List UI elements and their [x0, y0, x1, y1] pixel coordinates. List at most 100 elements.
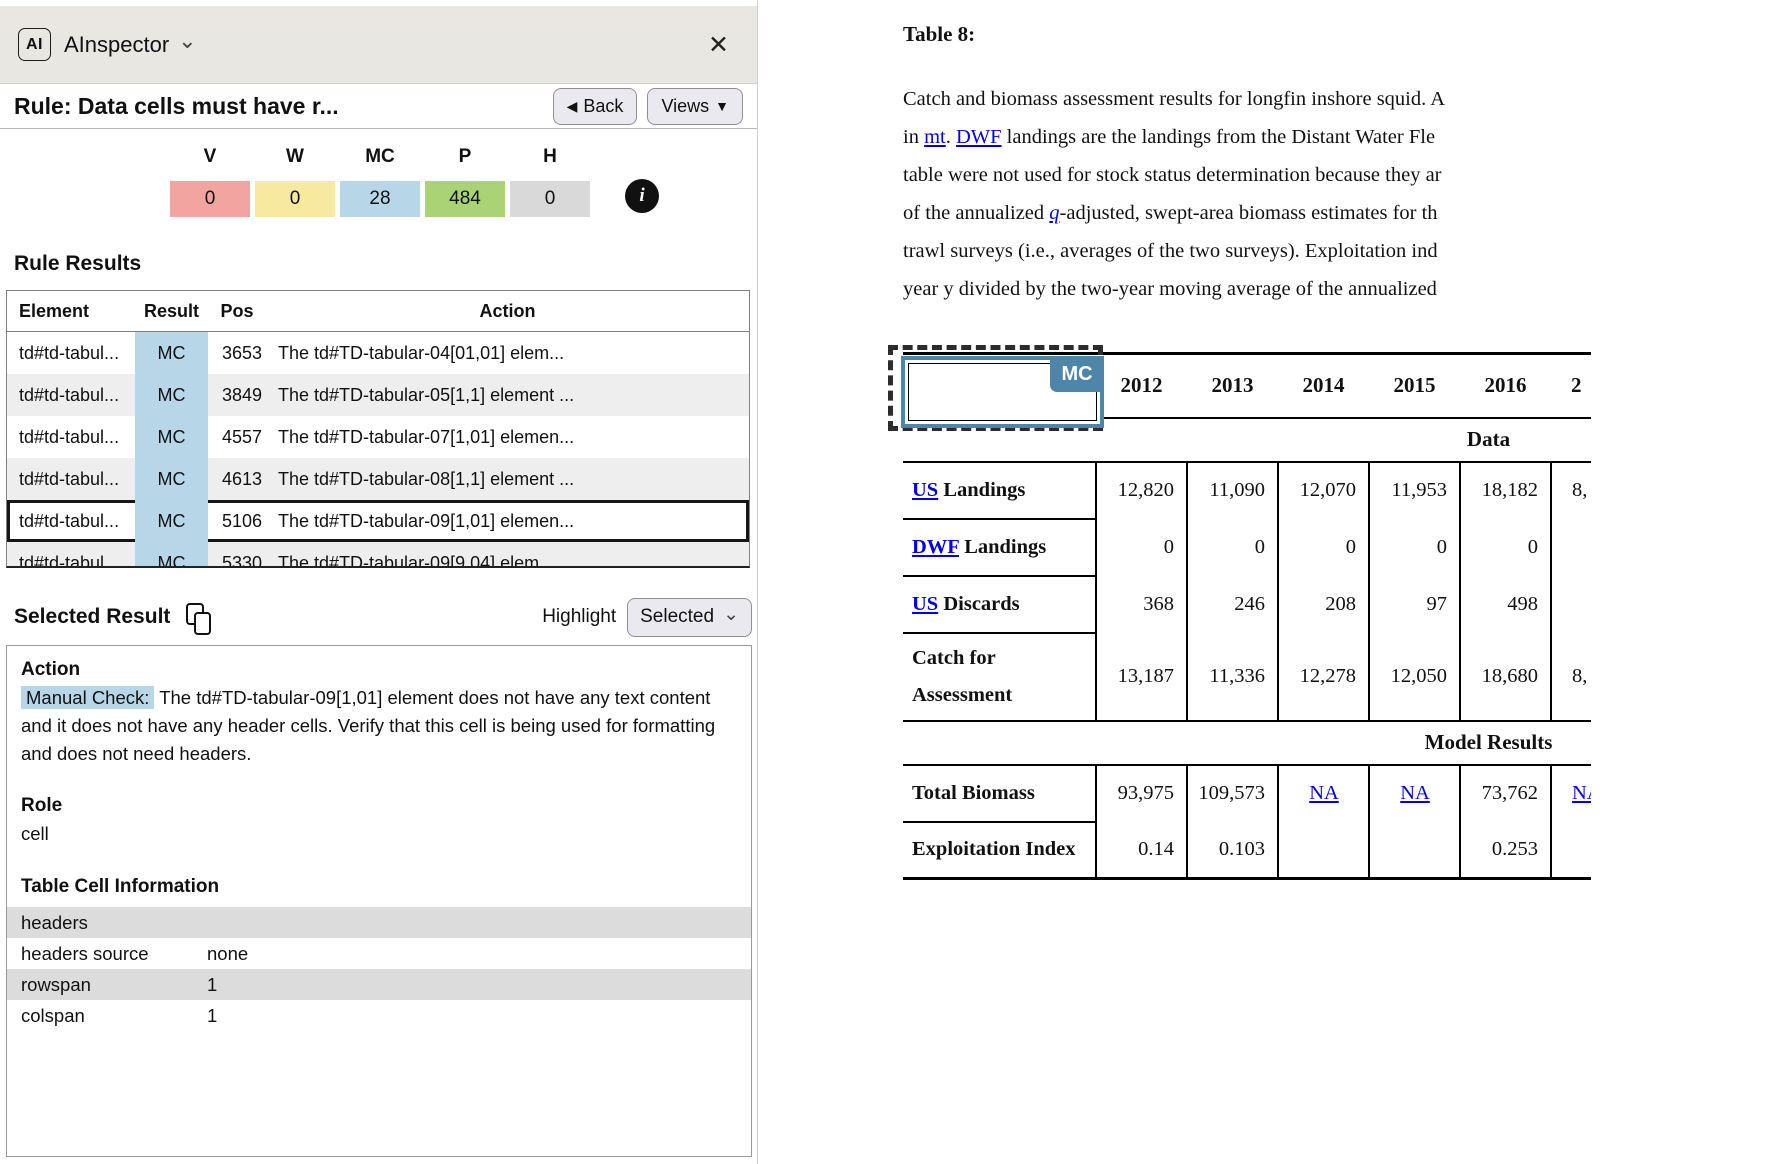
value-cell: 109,573 [1187, 765, 1278, 822]
value-cell [1551, 822, 1591, 879]
value-cell: 8, [1551, 462, 1591, 519]
value-cell: 0 [1096, 519, 1187, 576]
copy-icon[interactable] [184, 603, 212, 635]
value-cell: 18,680 [1460, 633, 1551, 721]
value-cell: 0 [1187, 519, 1278, 576]
row-result: MC [135, 458, 208, 500]
row-pos: 3653 [208, 332, 266, 374]
cell-info-list: headersheaders sourcenonerowspan1colspan… [7, 907, 751, 1031]
doc-text: -adjusted, swept-area biomass estimates … [1060, 202, 1438, 224]
summary-p: P484 [425, 146, 505, 217]
doc-link[interactable]: mt [924, 126, 946, 148]
year-header-cell: 2 [1551, 354, 1591, 418]
action-heading: Action [21, 656, 737, 684]
chevron-down-icon[interactable]: ⌄ [178, 28, 196, 54]
row-result: MC [135, 542, 208, 568]
table-row[interactable]: td#td-tabul...MC3653The td#TD-tabular-04… [7, 332, 749, 374]
doc-link[interactable]: q [1049, 202, 1059, 224]
back-arrow-icon: ◀ [567, 98, 578, 115]
rule-title: Rule: Data cells must have r... [14, 93, 543, 120]
value-cell: 0.253 [1460, 822, 1551, 879]
views-button-label: Views [661, 96, 709, 117]
cell-info-label: colspan [21, 1000, 207, 1031]
highlight-select-value: Selected [640, 606, 714, 628]
row-result: MC [135, 374, 208, 416]
cell-info-label: headers source [21, 938, 207, 969]
value-cell: 0.103 [1187, 822, 1278, 879]
doc-link[interactable]: US [912, 593, 938, 615]
doc-link[interactable]: NA [1400, 782, 1430, 804]
summary-value: 0 [510, 181, 590, 217]
doc-link[interactable]: NA [1572, 782, 1591, 804]
table-row[interactable]: td#td-tabul...MC5330The td#TD-tabular-09… [7, 542, 749, 568]
doc-link[interactable]: US [912, 479, 938, 501]
table-row: US Discards36824620897498 [903, 576, 1591, 633]
paragraph-line: year y divided by the two-year moving av… [903, 270, 1591, 308]
highlight-select[interactable]: Selected ⌄ [627, 598, 752, 637]
cell-info-value: 1 [207, 969, 217, 1000]
selected-result-heading: Selected Result [14, 605, 170, 629]
rule-results-heading: Rule Results [14, 252, 141, 276]
table-row[interactable]: td#td-tabul...MC4557The td#TD-tabular-07… [7, 416, 749, 458]
cell-info-heading: Table Cell Information [21, 873, 737, 901]
row-result: MC [135, 332, 208, 374]
doc-text: Exploitation Index [912, 838, 1075, 860]
year-header-cell: 2014 [1278, 354, 1369, 418]
col-header-pos: Pos [208, 301, 266, 322]
row-pos: 4557 [208, 416, 266, 458]
col-header-action: Action [266, 301, 749, 322]
selected-cell-outline: MC [901, 356, 1104, 428]
paragraph-line: of the annualized q-adjusted, swept-area… [903, 194, 1591, 232]
doc-link[interactable]: DWF [912, 536, 959, 558]
row-pos: 5330 [208, 542, 266, 568]
table-row[interactable]: td#td-tabul...MC5106The td#TD-tabular-09… [7, 500, 749, 542]
table-row: DWF Landings00000 [903, 519, 1591, 576]
paragraph-line: table were not used for stock status det… [903, 156, 1591, 194]
views-button[interactable]: Views ▼ [647, 88, 743, 125]
back-button[interactable]: ◀ Back [553, 88, 638, 125]
value-cell: 0 [1460, 519, 1551, 576]
table-row: Catch for Assessment13,18711,33612,27812… [903, 633, 1591, 721]
value-cell: 18,182 [1460, 462, 1551, 519]
row-result: MC [135, 416, 208, 458]
doc-text: Catch for Assessment [912, 647, 1012, 706]
cell-info-label: rowspan [21, 969, 207, 1000]
cell-info-row: headers [7, 907, 751, 938]
selected-element-highlight: MC [888, 345, 1103, 431]
summary-value: 0 [170, 181, 250, 217]
rule-results-header-row: Element Result Pos Action [7, 291, 749, 332]
value-cell [1551, 576, 1591, 633]
highlight-label: Highlight [542, 606, 616, 628]
doc-text: in [903, 126, 924, 148]
section-header-cell: Model Results [1096, 721, 1591, 765]
row-action: The td#TD-tabular-05[1,1] element ... [266, 374, 749, 416]
summary-v: V0 [170, 146, 250, 217]
value-cell: 368 [1096, 576, 1187, 633]
dropdown-triangle-icon: ▼ [715, 98, 729, 114]
role-heading: Role [21, 792, 737, 820]
table-row: US Landings12,82011,09012,07011,95318,18… [903, 462, 1591, 519]
row-label-cell: Exploitation Index [903, 822, 1096, 879]
value-cell: 0.14 [1096, 822, 1187, 879]
section-header-cell: Data [1096, 418, 1591, 462]
value-cell: 13,187 [1096, 633, 1187, 721]
table-row[interactable]: td#td-tabul...MC4613The td#TD-tabular-08… [7, 458, 749, 500]
close-icon[interactable]: ✕ [708, 30, 729, 60]
doc-link[interactable]: DWF [956, 126, 1002, 148]
role-value: cell [21, 820, 737, 848]
doc-link[interactable]: NA [1309, 782, 1339, 804]
doc-text: table were not used for stock status det… [903, 164, 1442, 186]
value-cell: NA [1278, 765, 1369, 822]
value-cell: NA [1369, 765, 1460, 822]
mc-result-badge: MC [1050, 356, 1104, 392]
doc-text: of the annualized [903, 202, 1049, 224]
rule-title-row: Rule: Data cells must have r... ◀ Back V… [0, 84, 757, 129]
table-row[interactable]: td#td-tabul...MC3849The td#TD-tabular-05… [7, 374, 749, 416]
row-label-cell: Catch for Assessment [903, 633, 1096, 721]
doc-text: Landings [938, 479, 1025, 501]
year-header-cell: 2013 [1187, 354, 1278, 418]
info-icon[interactable]: i [625, 179, 659, 213]
row-label-cell: DWF Landings [903, 519, 1096, 576]
copy-icon-front [194, 612, 211, 635]
doc-text: . [946, 126, 956, 148]
